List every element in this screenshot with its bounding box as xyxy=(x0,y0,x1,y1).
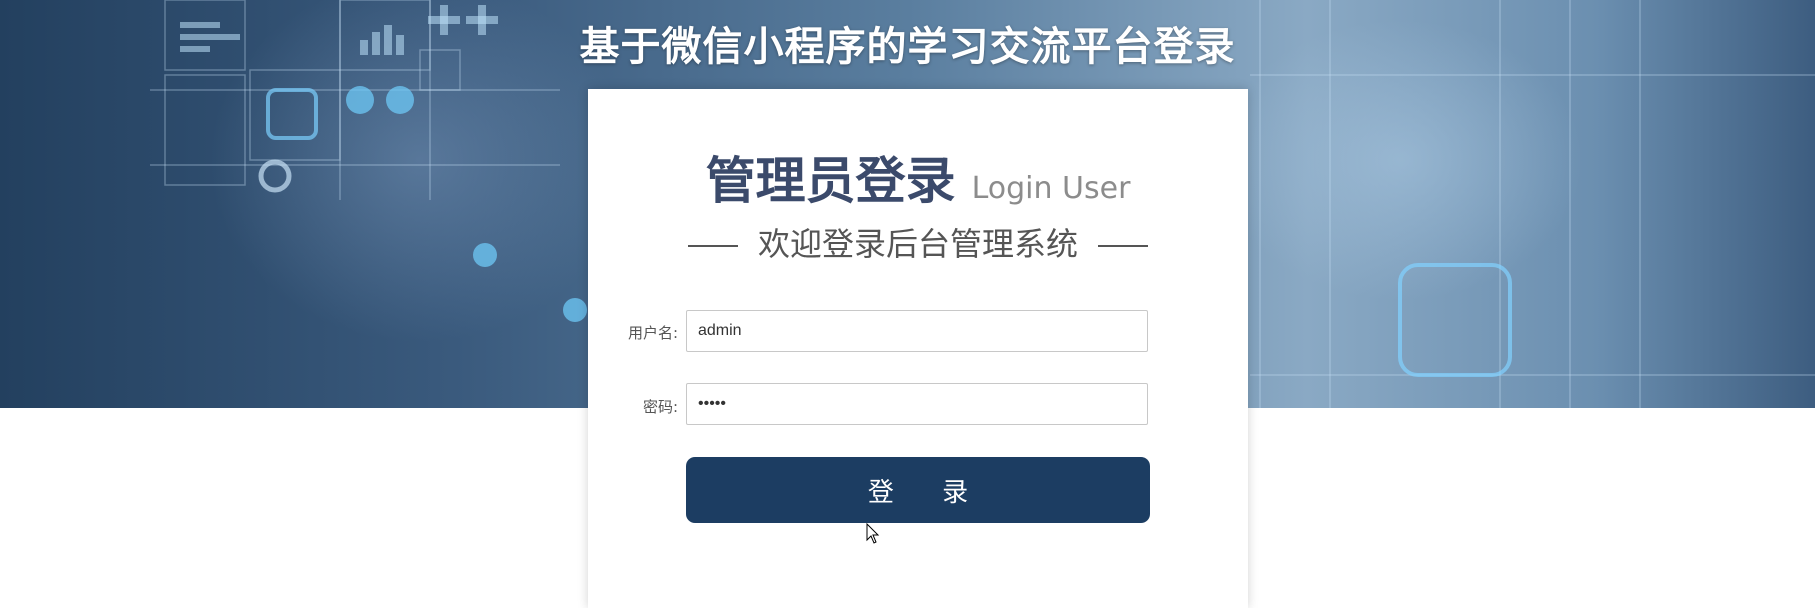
password-input[interactable] xyxy=(686,383,1148,425)
card-heading-title: 管理员登录 xyxy=(705,152,956,210)
mouse-cursor-icon xyxy=(866,523,880,544)
login-button[interactable]: 登 录 xyxy=(686,457,1150,523)
username-input[interactable] xyxy=(686,310,1148,352)
page-title: 基于微信小程序的学习交流平台登录 xyxy=(579,24,1236,70)
password-label: 密码: xyxy=(642,398,678,416)
card-subtitle: 欢迎登录后台管理系统 xyxy=(588,219,1248,265)
subtitle-left-dash xyxy=(687,245,738,247)
card-subtitle-text: 欢迎登录后台管理系统 xyxy=(757,225,1078,263)
card-heading-english: Login User xyxy=(971,171,1131,206)
username-label: 用户名: xyxy=(627,324,678,342)
login-card: 管理员登录 Login User 欢迎登录后台管理系统 用户名: 密码: 登 录 xyxy=(588,89,1248,608)
subtitle-right-dash xyxy=(1098,245,1148,247)
card-heading: 管理员登录 Login User xyxy=(588,141,1248,213)
